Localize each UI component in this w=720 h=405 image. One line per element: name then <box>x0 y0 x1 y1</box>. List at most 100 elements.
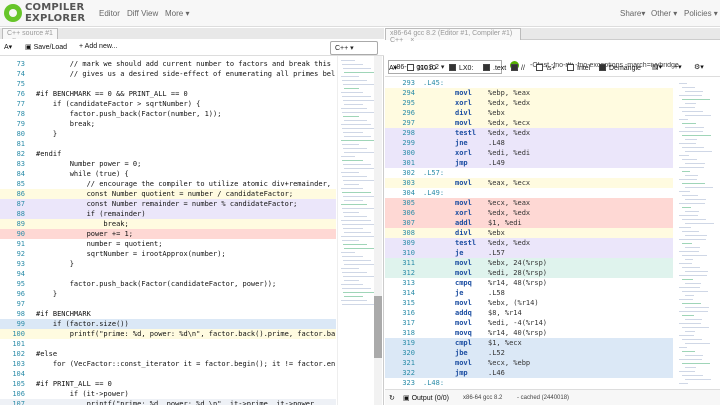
source-code-text[interactable]: #if BENCHMARK == 0 && PRINT_ALL == 0 <box>36 89 188 99</box>
nav-diff-view[interactable]: Diff View <box>127 9 158 18</box>
source-line[interactable]: 87 const Number remainder = number % can… <box>0 199 336 209</box>
add-new-button[interactable]: + Add new... <box>79 43 117 50</box>
document-icon[interactable]: ▤▾ <box>652 63 662 71</box>
source-code-text[interactable]: for (VecFactor::const_iterator it = fact… <box>36 359 335 369</box>
intel-checkbox[interactable] <box>567 64 574 71</box>
source-line[interactable]: 80 } <box>0 129 336 139</box>
assembly-line[interactable]: 303 movl %eax, %ecx <box>385 178 673 188</box>
source-line[interactable]: 102 #else <box>0 349 336 359</box>
source-code-text[interactable]: printf("prime: %d, power: %d\n", factor.… <box>36 329 336 339</box>
assembly-line[interactable]: 318 movq %r14, 40(%rsp) <box>385 328 673 338</box>
source-line[interactable]: 106 if (it->power) <box>0 389 336 399</box>
assembly-line[interactable]: 297 movl %edx, %ecx <box>385 118 673 128</box>
source-line[interactable]: 86 const Number quotient = number / cand… <box>0 189 336 199</box>
source-editor[interactable]: 73 // mark we should add current number … <box>0 56 384 405</box>
assembly-line[interactable]: 308 divl %ebx <box>385 228 673 238</box>
source-line[interactable]: 91 number = quotient; <box>0 239 336 249</box>
output-button[interactable]: ▣ Output (0/0) <box>403 394 449 402</box>
source-line[interactable]: 76 #if BENCHMARK == 0 && PRINT_ALL == 0 <box>0 89 336 99</box>
refresh-icon[interactable]: ↻ <box>389 394 395 402</box>
assembly-line[interactable]: 294 movl %ebp, %eax <box>385 88 673 98</box>
font-size-button[interactable]: A▾ <box>4 43 12 51</box>
assembly-line[interactable]: 317 movl %edi, -4(%r14) <box>385 318 673 328</box>
source-code-text[interactable]: printf("prime: %d, power: %d \n", it->pr… <box>36 399 315 405</box>
source-scrollbar-thumb[interactable] <box>374 296 382 358</box>
source-line[interactable]: 93 } <box>0 259 336 269</box>
assembly-line[interactable]: 309 testl %edx, %edx <box>385 238 673 248</box>
assembly-panel[interactable]: x86-64 gcc 8.2 ▾ -Ofast -fno-rtti -fno-e… <box>385 56 720 405</box>
source-code-text[interactable]: if (candidateFactor > sqrtNumber) { <box>36 99 201 109</box>
source-line[interactable]: 84 while (true) { <box>0 169 336 179</box>
assembly-line[interactable]: 298 testl %edx, %edx <box>385 128 673 138</box>
assembly-minimap[interactable] <box>675 78 720 391</box>
source-line[interactable]: 96 } <box>0 289 336 299</box>
source-line[interactable]: 97 <box>0 299 336 309</box>
assembly-line[interactable]: 310 je .L57 <box>385 248 673 258</box>
source-code-text[interactable]: #endif <box>36 149 61 159</box>
assembly-line[interactable]: 295 xorl %edx, %edx <box>385 98 673 108</box>
source-line[interactable]: 83 Number power = 0; <box>0 159 336 169</box>
source-code-text[interactable]: // gives us a desired side-effect of enu… <box>36 69 336 79</box>
assembly-line[interactable]: 306 xorl %edx, %edx <box>385 208 673 218</box>
asm-font-size-button[interactable]: A▾ <box>389 64 397 72</box>
assembly-line[interactable]: 302 .L57: <box>385 168 673 178</box>
source-code-text[interactable]: break; <box>36 219 128 229</box>
labels-checkbox[interactable] <box>449 64 456 71</box>
nav-share[interactable]: Share▾ <box>620 9 645 18</box>
source-code-text[interactable]: if (remainder) <box>36 209 146 219</box>
source-line[interactable]: 90 power += 1; <box>0 229 336 239</box>
source-code-text[interactable]: number = quotient; <box>36 239 163 249</box>
comments-filter[interactable]: // <box>511 64 525 72</box>
source-code-text[interactable]: // mark we should add current number to … <box>36 59 331 69</box>
compiler-explorer-logo[interactable]: COMPILER EXPLORER <box>4 3 86 25</box>
intel-filter[interactable]: Intel <box>567 64 590 72</box>
compiler-tab[interactable]: x86-64 gcc 8.2 (Editor #1, Compiler #1) … <box>385 28 521 44</box>
source-line[interactable]: 73 // mark we should add current number … <box>0 59 336 69</box>
assembly-line[interactable]: 293 .L45: <box>385 78 673 88</box>
assembly-line[interactable]: 313 cmpq %r14, 48(%rsp) <box>385 278 673 288</box>
source-code-text[interactable]: } <box>36 129 57 139</box>
source-line[interactable]: 82 #endif <box>0 149 336 159</box>
nav-policies[interactable]: Policies ▾ <box>684 9 718 18</box>
source-code-text[interactable]: if (it->power) <box>36 389 129 399</box>
source-code-text[interactable]: power += 1; <box>36 229 133 239</box>
source-line[interactable]: 107 printf("prime: %d, power: %d \n", it… <box>0 399 336 405</box>
demangle-checkbox[interactable] <box>599 64 606 71</box>
binary-checkbox[interactable] <box>407 64 414 71</box>
assembly-line[interactable]: 314 je .L58 <box>385 288 673 298</box>
source-line[interactable]: 89 break; <box>0 219 336 229</box>
demangle-filter[interactable]: Demangle <box>599 64 641 72</box>
source-line[interactable]: 105 #if PRINT_ALL == 0 <box>0 379 336 389</box>
source-code-text[interactable]: const Number remainder = number % candid… <box>36 199 298 209</box>
source-code-text[interactable]: // encourage the compiler to utilize ato… <box>36 179 331 189</box>
source-line[interactable]: 79 break; <box>0 119 336 129</box>
assembly-line[interactable]: 320 jbe .L52 <box>385 348 673 358</box>
close-icon[interactable]: × <box>410 37 414 44</box>
assembly-line[interactable]: 304 .L49: <box>385 188 673 198</box>
source-line[interactable]: 104 <box>0 369 336 379</box>
source-code-text[interactable]: #else <box>36 349 57 359</box>
assembly-line[interactable]: 322 jmp .L46 <box>385 368 673 378</box>
assembly-line[interactable]: 312 movl %edi, 28(%rsp) <box>385 268 673 278</box>
source-line[interactable]: 77 if (candidateFactor > sqrtNumber) { <box>0 99 336 109</box>
source-code-text[interactable]: while (true) { <box>36 169 129 179</box>
source-code-text[interactable]: factor.push_back(Factor(candidateFactor,… <box>36 279 277 289</box>
assembly-line[interactable]: 296 divl %ebx <box>385 108 673 118</box>
nav-editor[interactable]: Editor <box>99 9 120 18</box>
assembly-line[interactable]: 299 jne .L48 <box>385 138 673 148</box>
source-line[interactable]: 75 <box>0 79 336 89</box>
comments-checkbox[interactable] <box>511 64 518 71</box>
source-code-text[interactable]: #if BENCHMARK <box>36 309 91 319</box>
assembly-line[interactable]: 301 jmp .L49 <box>385 158 673 168</box>
directives-checkbox[interactable] <box>483 64 490 71</box>
source-line[interactable]: 85 // encourage the compiler to utilize … <box>0 179 336 189</box>
plus-icon[interactable]: +▾ <box>674 63 682 71</box>
source-line[interactable]: 99 if (factor.size()) <box>0 319 336 329</box>
source-code-text[interactable]: } <box>36 289 57 299</box>
assembly-line[interactable]: 319 cmpl $1, %ecx <box>385 338 673 348</box>
source-line[interactable]: 98 #if BENCHMARK <box>0 309 336 319</box>
source-code-text[interactable]: break; <box>36 119 95 129</box>
binary-filter[interactable]: 11010 <box>407 64 436 72</box>
source-code-text[interactable]: factor.push_back(Factor(number, 1)); <box>36 109 222 119</box>
assembly-line[interactable]: 311 movl %ebx, 24(%rsp) <box>385 258 673 268</box>
